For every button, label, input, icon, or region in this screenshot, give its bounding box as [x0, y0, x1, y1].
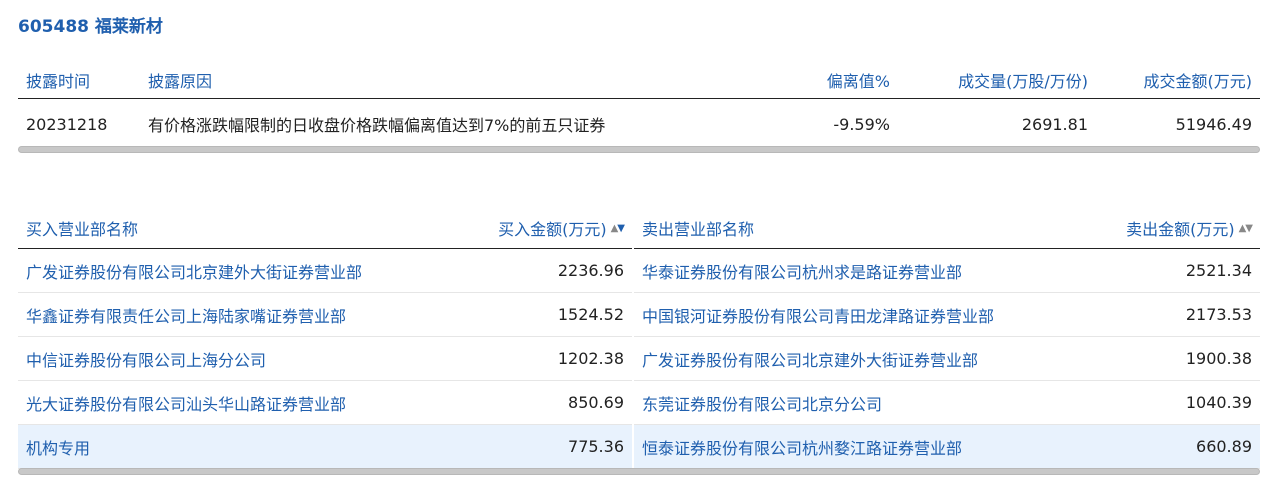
buy-broker-link[interactable]: 光大证券股份有限公司汕头华山路证券营业部: [18, 391, 568, 415]
buy-amount: 775.36: [568, 437, 624, 456]
sell-header-amount-sort[interactable]: 卖出金额(万元) ▲▼: [1126, 216, 1260, 240]
disclosure-scrollbar[interactable]: [18, 146, 1260, 153]
buy-broker-link[interactable]: 机构专用: [18, 435, 568, 459]
buy-amount: 2236.96: [557, 261, 624, 280]
sell-broker-link[interactable]: 东莞证券股份有限公司北京分公司: [634, 391, 1186, 415]
buy-broker-link[interactable]: 华鑫证券有限责任公司上海陆家嘴证券营业部: [18, 303, 558, 327]
table-row: 恒泰证券股份有限公司杭州婺江路证券营业部 660.89: [634, 425, 1260, 469]
buy-broker-link[interactable]: 中信证券股份有限公司上海分公司: [18, 347, 558, 371]
disclosure-header-row: 披露时间 披露原因 偏离值% 成交量(万股/万份) 成交金额(万元): [18, 62, 1260, 99]
disclosure-row: 20231218 有价格涨跌幅限制的日收盘价格跌幅偏离值达到7%的前五只证券 -…: [18, 99, 1260, 149]
table-row: 机构专用 775.36: [18, 425, 632, 469]
sell-amount: 2173.53: [1185, 305, 1252, 324]
sell-amount: 660.89: [1196, 437, 1252, 456]
page-title: 605488 福莱新材: [18, 17, 163, 37]
sell-amount: 1900.38: [1185, 349, 1252, 368]
header-reason: 披露原因: [148, 72, 213, 91]
header-deviation: 偏离值%: [826, 72, 890, 91]
cell-deviation: -9.59%: [833, 114, 890, 134]
buy-header-amount: 买入金额(万元): [498, 220, 607, 239]
sell-table: 卖出营业部名称 卖出金额(万元) ▲▼ 华泰证券股份有限公司杭州求是路证券营业部…: [634, 208, 1260, 469]
sell-amount: 1040.39: [1185, 393, 1252, 412]
table-row: 中国银河证券股份有限公司青田龙津路证券营业部 2173.53: [634, 293, 1260, 337]
sell-broker-link[interactable]: 华泰证券股份有限公司杭州求是路证券营业部: [634, 259, 1186, 283]
buy-header-row: 买入营业部名称 买入金额(万元) ▲▼: [18, 208, 632, 249]
table-row: 华鑫证券有限责任公司上海陆家嘴证券营业部 1524.52: [18, 293, 632, 337]
disclosure-table: 披露时间 披露原因 偏离值% 成交量(万股/万份) 成交金额(万元) 20231…: [18, 62, 1260, 149]
buy-amount: 1524.52: [557, 305, 624, 324]
sort-icon[interactable]: ▲▼: [1239, 223, 1253, 234]
sell-header-amount: 卖出金额(万元): [1126, 220, 1235, 239]
sort-icon[interactable]: ▲▼: [611, 223, 625, 234]
header-date: 披露时间: [26, 72, 91, 91]
cell-date: 20231218: [26, 114, 108, 134]
cell-amount: 51946.49: [1175, 114, 1252, 134]
cell-reason: 有价格涨跌幅限制的日收盘价格跌幅偏离值达到7%的前五只证券: [148, 116, 606, 135]
cell-volume: 2691.81: [1021, 114, 1088, 134]
sell-broker-link[interactable]: 中国银河证券股份有限公司青田龙津路证券营业部: [634, 303, 1186, 327]
buy-amount: 850.69: [568, 393, 624, 412]
buy-header-amount-sort[interactable]: 买入金额(万元) ▲▼: [498, 216, 632, 240]
table-row: 广发证券股份有限公司北京建外大街证券营业部 1900.38: [634, 337, 1260, 381]
sell-header-name: 卖出营业部名称: [642, 220, 755, 239]
header-amount: 成交金额(万元): [1143, 72, 1253, 91]
header-volume: 成交量(万股/万份): [958, 72, 1088, 91]
table-row: 华泰证券股份有限公司杭州求是路证券营业部 2521.34: [634, 249, 1260, 293]
table-row: 中信证券股份有限公司上海分公司 1202.38: [18, 337, 632, 381]
buy-table: 买入营业部名称 买入金额(万元) ▲▼ 广发证券股份有限公司北京建外大街证券营业…: [18, 208, 632, 469]
table-row: 广发证券股份有限公司北京建外大街证券营业部 2236.96: [18, 249, 632, 293]
buy-broker-link[interactable]: 广发证券股份有限公司北京建外大街证券营业部: [18, 259, 558, 283]
table-row: 光大证券股份有限公司汕头华山路证券营业部 850.69: [18, 381, 632, 425]
buy-amount: 1202.38: [557, 349, 624, 368]
sell-broker-link[interactable]: 广发证券股份有限公司北京建外大街证券营业部: [634, 347, 1186, 371]
sell-amount: 2521.34: [1185, 261, 1252, 280]
table-row: 东莞证券股份有限公司北京分公司 1040.39: [634, 381, 1260, 425]
buy-header-name: 买入营业部名称: [26, 220, 139, 239]
sell-broker-link[interactable]: 恒泰证券股份有限公司杭州婺江路证券营业部: [634, 435, 1196, 459]
sell-header-row: 卖出营业部名称 卖出金额(万元) ▲▼: [634, 208, 1260, 249]
broker-scrollbar[interactable]: [18, 468, 1260, 475]
